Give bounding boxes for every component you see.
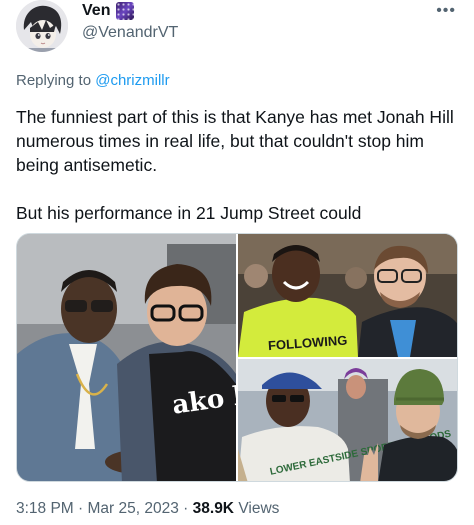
- replying-to: Replying to @chrizmillr: [16, 72, 170, 89]
- photo-3[interactable]: LOWER EASTSIDE SPORTING GOODS: [238, 359, 457, 481]
- views-label: Views: [234, 500, 280, 517]
- name-row: Ven: [82, 2, 135, 20]
- user-handle[interactable]: @VenandrVT: [82, 24, 178, 42]
- photo-2[interactable]: FOLLOWING: [238, 234, 457, 357]
- galaxy-emoji-icon: [116, 2, 135, 20]
- meta-separator: ·: [73, 500, 88, 517]
- tweet-text: The funniest part of this is that Kanye …: [16, 105, 456, 225]
- views-count[interactable]: 38.9K: [193, 500, 234, 517]
- tweet-meta: 3:18 PM · Mar 25, 2023 · 38.9K Views: [16, 500, 279, 518]
- more-options-icon[interactable]: •••: [436, 2, 456, 20]
- tweet-header: Ven @VenandrVT •••: [16, 0, 458, 56]
- replying-to-label: Replying to: [16, 72, 96, 89]
- media-grid: ako hig la so FOLLOWING: [16, 233, 458, 482]
- tweet-paragraph: But his performance in 21 Jump Street co…: [16, 203, 362, 223]
- tweet-paragraph: The funniest part of this is that Kanye …: [16, 107, 454, 175]
- anime-avatar-icon[interactable]: [16, 0, 68, 52]
- tweet-time[interactable]: 3:18 PM: [16, 500, 74, 517]
- display-name[interactable]: Ven: [82, 2, 110, 20]
- meta-separator: ·: [178, 500, 193, 517]
- tweet-date[interactable]: Mar 25, 2023: [88, 500, 179, 517]
- photo-1[interactable]: ako hig la so: [17, 234, 236, 481]
- reply-mention-link[interactable]: @chrizmillr: [95, 72, 169, 89]
